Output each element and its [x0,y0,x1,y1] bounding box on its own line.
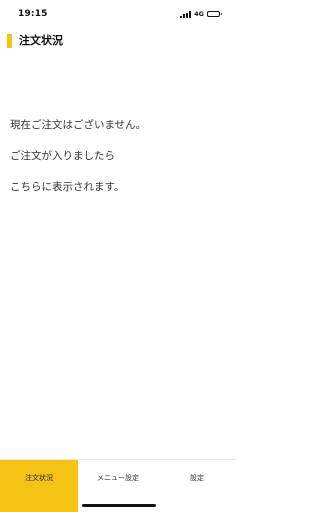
empty-state-line: ご注文が入りましたら [10,150,115,162]
status-bar: 19:15 4G [0,0,236,26]
tab-label: 設定 [190,474,204,482]
tab-settings[interactable]: 設定 [158,460,236,512]
home-indicator[interactable] [82,504,156,507]
order-status-screen: 19:15 4G 注文状況 現在ご注文はございません。 ご注文が入りましたら こ… [0,0,236,512]
signal-icon [180,10,192,18]
empty-state-line: こちらに表示されます。 [10,181,125,193]
tab-order-status[interactable]: 注文状況 [0,460,78,512]
tab-label: 注文状況 [25,474,53,482]
page-title: 注文状況 [19,34,63,47]
status-time: 19:15 [18,9,48,19]
header-accent-bar [7,34,12,48]
status-indicators: 4G [180,10,222,18]
empty-state-line: 現在ご注文はございません。 [10,119,147,131]
network-label: 4G [194,10,204,18]
battery-icon [207,11,222,17]
page-header: 注文状況 [0,32,236,52]
empty-state-message: 現在ご注文はございません。 ご注文が入りましたら こちらに表示されます。 [10,118,226,211]
